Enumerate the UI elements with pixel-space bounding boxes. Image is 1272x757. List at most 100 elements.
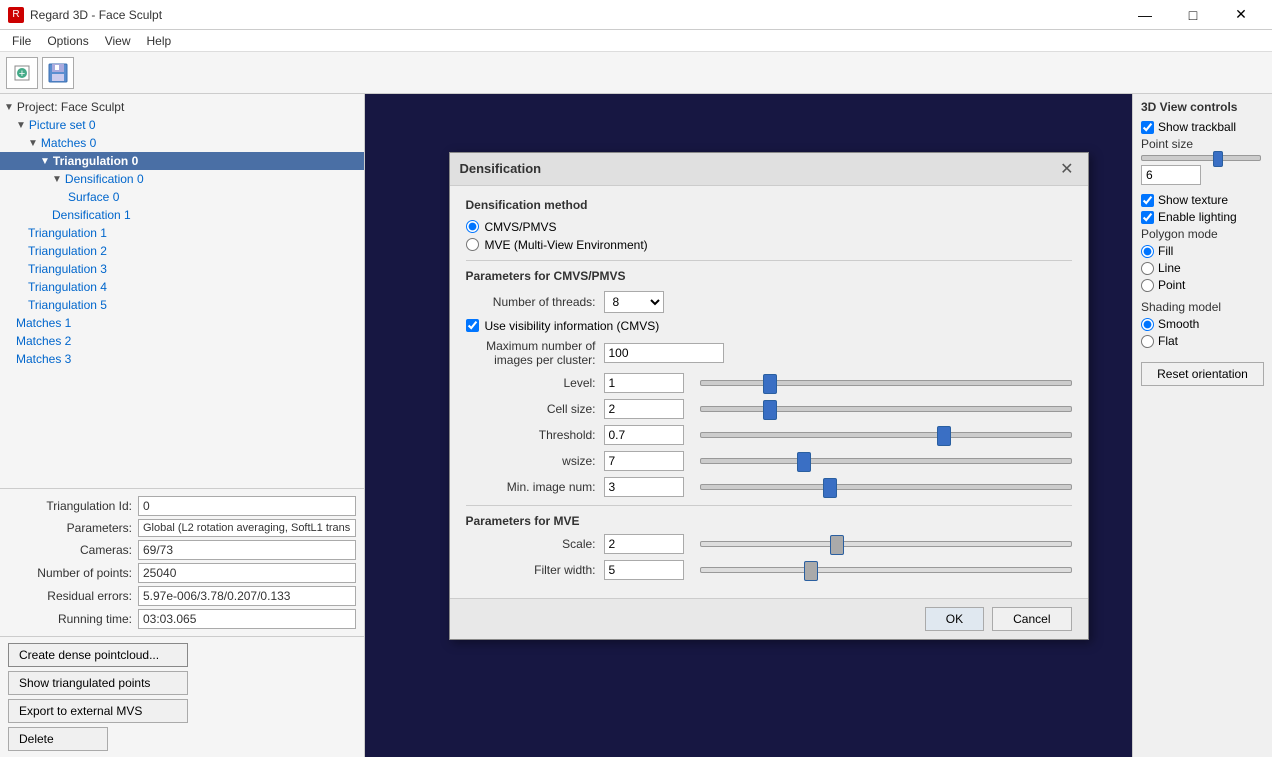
viewport: Densification ✕ Densification method CMV… <box>365 94 1132 757</box>
shading-flat-row[interactable]: Flat <box>1141 334 1264 348</box>
running-time-input[interactable] <box>138 609 356 629</box>
enable-lighting-row[interactable]: Enable lighting <box>1141 210 1264 224</box>
maximize-button[interactable]: □ <box>1170 0 1216 30</box>
menu-view[interactable]: View <box>97 32 139 50</box>
tree-item-surface0[interactable]: Surface 0 <box>0 188 364 206</box>
scale-slider[interactable] <box>700 541 1072 547</box>
point-size-slider-container <box>1141 155 1264 161</box>
polygon-point-radio[interactable] <box>1141 279 1154 292</box>
show-trackball-checkbox[interactable] <box>1141 121 1154 134</box>
dialog-cancel-button[interactable]: Cancel <box>992 607 1071 631</box>
cell-size-slider[interactable] <box>700 406 1072 412</box>
use-visibility-checkbox[interactable] <box>466 319 479 332</box>
tree-item-triangulation5[interactable]: Triangulation 5 <box>0 296 364 314</box>
param-filter-width: Filter width: <box>466 560 1072 580</box>
wsize-slider[interactable] <box>700 458 1072 464</box>
show-texture-label: Show texture <box>1158 193 1228 207</box>
max-images-input[interactable] <box>604 343 724 363</box>
enable-lighting-checkbox[interactable] <box>1141 211 1154 224</box>
tree-item-matches3[interactable]: Matches 3 <box>0 350 364 368</box>
polygon-point-row[interactable]: Point <box>1141 278 1264 292</box>
tree-item-triangulation2[interactable]: Triangulation 2 <box>0 242 364 260</box>
add-button[interactable]: + <box>6 57 38 89</box>
polygon-line-label: Line <box>1158 261 1181 275</box>
wsize-input[interactable] <box>604 451 684 471</box>
num-points-input[interactable] <box>138 563 356 583</box>
shading-model-label: Shading model <box>1141 300 1264 314</box>
filter-width-slider[interactable] <box>700 567 1072 573</box>
param-min-image-num: Min. image num: <box>466 477 1072 497</box>
polygon-fill-row[interactable]: Fill <box>1141 244 1264 258</box>
minimize-button[interactable]: — <box>1122 0 1168 30</box>
tree-item-project[interactable]: ▼ Project: Face Sculpt <box>0 98 364 116</box>
tree-item-matches2[interactable]: Matches 2 <box>0 332 364 350</box>
menu-file[interactable]: File <box>4 32 39 50</box>
close-button[interactable]: ✕ <box>1218 0 1264 30</box>
show-texture-row[interactable]: Show texture <box>1141 193 1264 207</box>
method-section-title: Densification method <box>466 198 1072 212</box>
tree-item-pictureset0[interactable]: ▼ Picture set 0 <box>0 116 364 134</box>
save-button[interactable] <box>42 57 74 89</box>
tree-item-triangulation0[interactable]: ▼ Triangulation 0 <box>0 152 364 170</box>
prop-running-time: Running time: <box>8 609 356 629</box>
show-trackball-row[interactable]: Show trackball <box>1141 120 1264 134</box>
num-threads-select[interactable]: 8421 <box>604 291 664 313</box>
title-text: Regard 3D - Face Sculpt <box>30 8 162 22</box>
tree-item-triangulation1[interactable]: Triangulation 1 <box>0 224 364 242</box>
filter-width-input[interactable] <box>604 560 684 580</box>
right-panel: 3D View controls Show trackball Point si… <box>1132 94 1272 757</box>
tree-item-matches0[interactable]: ▼ Matches 0 <box>0 134 364 152</box>
level-input[interactable] <box>604 373 684 393</box>
prop-residual-errors: Residual errors: <box>8 586 356 606</box>
tree-item-densification0[interactable]: ▼ Densification 0 <box>0 170 364 188</box>
use-visibility-checkbox-row[interactable]: Use visibility information (CMVS) <box>466 319 1072 333</box>
tree-item-triangulation4[interactable]: Triangulation 4 <box>0 278 364 296</box>
menu-options[interactable]: Options <box>39 32 96 50</box>
radio-cmvs[interactable]: CMVS/PMVS <box>466 220 1072 234</box>
create-dense-button[interactable]: Create dense pointcloud... <box>8 643 188 667</box>
dialog-close-button[interactable]: ✕ <box>1056 159 1077 179</box>
delete-button[interactable]: Delete <box>8 727 108 751</box>
polygon-mode-section: Polygon mode Fill Line Point <box>1141 227 1264 292</box>
radio-mve[interactable]: MVE (Multi-View Environment) <box>466 238 1072 252</box>
parameters-input[interactable] <box>138 519 356 537</box>
shading-flat-radio[interactable] <box>1141 335 1154 348</box>
properties-area: Triangulation Id: Parameters: Cameras: N… <box>0 488 364 636</box>
polygon-line-row[interactable]: Line <box>1141 261 1264 275</box>
residual-errors-input[interactable] <box>138 586 356 606</box>
param-num-threads: Number of threads: 8421 <box>466 291 1072 313</box>
polygon-point-label: Point <box>1158 278 1185 292</box>
point-size-slider[interactable] <box>1141 155 1261 161</box>
cameras-input[interactable] <box>138 540 356 560</box>
mve-section-title: Parameters for MVE <box>466 514 1072 528</box>
tree-item-densification1[interactable]: Densification 1 <box>0 206 364 224</box>
threshold-input[interactable] <box>604 425 684 445</box>
cell-size-input[interactable] <box>604 399 684 419</box>
save-icon <box>47 62 69 84</box>
menu-bar: File Options View Help <box>0 30 1272 52</box>
polygon-fill-radio[interactable] <box>1141 245 1154 258</box>
shading-smooth-radio[interactable] <box>1141 318 1154 331</box>
show-texture-checkbox[interactable] <box>1141 194 1154 207</box>
dialog-ok-button[interactable]: OK <box>925 607 984 631</box>
svg-text:+: + <box>19 68 25 80</box>
shading-smooth-row[interactable]: Smooth <box>1141 317 1264 331</box>
prop-num-points: Number of points: <box>8 563 356 583</box>
dialog-title-bar: Densification ✕ <box>450 153 1088 186</box>
polygon-line-radio[interactable] <box>1141 262 1154 275</box>
param-scale: Scale: <box>466 534 1072 554</box>
threshold-slider[interactable] <box>700 432 1072 438</box>
reset-orientation-button[interactable]: Reset orientation <box>1141 362 1264 386</box>
min-image-num-slider[interactable] <box>700 484 1072 490</box>
menu-help[interactable]: Help <box>139 32 180 50</box>
tree-item-matches1[interactable]: Matches 1 <box>0 314 364 332</box>
min-image-num-input[interactable] <box>604 477 684 497</box>
point-size-input[interactable] <box>1141 165 1201 185</box>
scale-input[interactable] <box>604 534 684 554</box>
main-layout: ▼ Project: Face Sculpt ▼ Picture set 0 ▼… <box>0 94 1272 757</box>
tree-item-triangulation3[interactable]: Triangulation 3 <box>0 260 364 278</box>
triangulation-id-input[interactable] <box>138 496 356 516</box>
export-mvs-button[interactable]: Export to external MVS <box>8 699 188 723</box>
show-triangulated-button[interactable]: Show triangulated points <box>8 671 188 695</box>
level-slider[interactable] <box>700 380 1072 386</box>
